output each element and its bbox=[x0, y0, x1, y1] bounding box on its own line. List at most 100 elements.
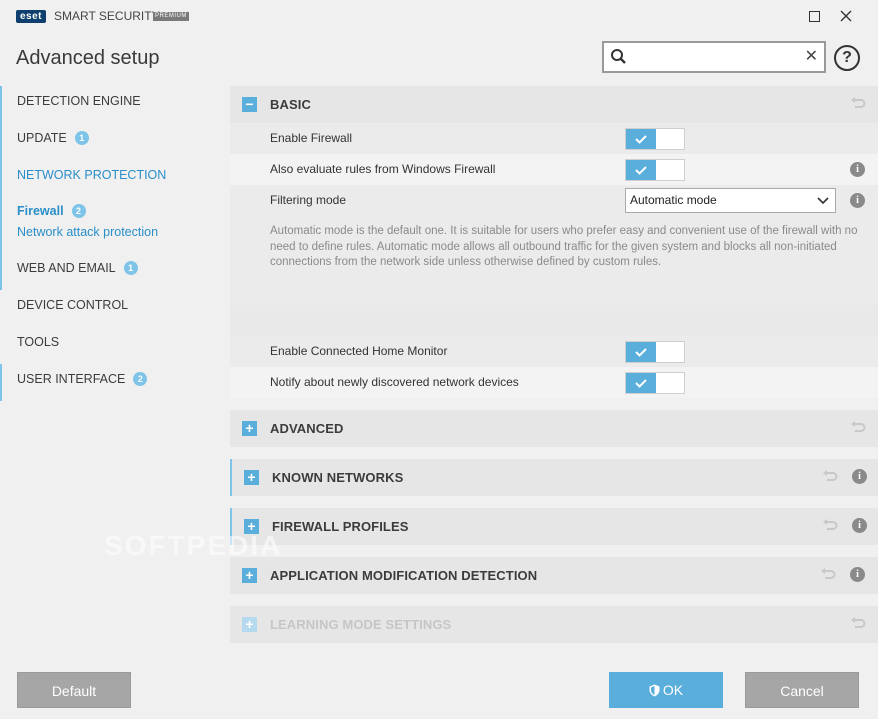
section-header[interactable]: + LEARNING MODE SETTINGS bbox=[230, 606, 878, 643]
filtering-mode-select[interactable]: Automatic mode bbox=[625, 188, 836, 213]
collapse-icon[interactable]: − bbox=[242, 97, 257, 112]
check-icon bbox=[635, 135, 647, 144]
revert-icon[interactable] bbox=[822, 470, 838, 484]
info-icon[interactable]: i bbox=[852, 518, 867, 533]
info-icon[interactable]: i bbox=[852, 469, 867, 484]
maximize-icon bbox=[808, 10, 820, 22]
connected-home-monitor-toggle[interactable] bbox=[625, 341, 685, 363]
section-learning-mode-settings: + LEARNING MODE SETTINGS bbox=[230, 606, 878, 643]
section-title: APPLICATION MODIFICATION DETECTION bbox=[270, 568, 538, 583]
section-header[interactable]: + KNOWN NETWORKS i bbox=[232, 459, 878, 496]
section-title: LEARNING MODE SETTINGS bbox=[270, 617, 452, 632]
notification-badge: 2 bbox=[71, 204, 86, 218]
close-button[interactable] bbox=[834, 4, 858, 28]
notification-badge: 2 bbox=[133, 372, 148, 386]
revert-icon[interactable] bbox=[850, 421, 866, 435]
clear-search-icon[interactable]: ✕ bbox=[805, 46, 818, 66]
sidebar-subitem-network-attack-protection[interactable]: Network attack protection bbox=[17, 222, 218, 243]
search-icon bbox=[611, 49, 626, 64]
expand-icon[interactable]: + bbox=[244, 470, 259, 485]
revert-icon[interactable] bbox=[850, 97, 866, 111]
sidebar-item-tools[interactable]: TOOLS bbox=[0, 327, 218, 364]
section-basic: − BASIC Enable Firewall Also evaluate ru… bbox=[230, 86, 878, 398]
help-button[interactable]: ? bbox=[834, 45, 860, 71]
edition-badge: PREMIUM bbox=[153, 12, 189, 21]
section-header[interactable]: + ADVANCED bbox=[230, 410, 878, 447]
sidebar-subitem-firewall[interactable]: Firewall 2 bbox=[17, 201, 218, 222]
eset-logo: eset bbox=[16, 10, 47, 23]
sidebar-item-detection-engine[interactable]: DETECTION ENGINE bbox=[0, 86, 218, 123]
sidebar-item-user-interface[interactable]: USER INTERFACE 2 bbox=[0, 364, 218, 401]
info-icon[interactable]: i bbox=[850, 567, 865, 582]
sidebar-subitem-label: Firewall bbox=[17, 204, 64, 218]
sidebar-item-label: USER INTERFACE bbox=[17, 372, 126, 386]
sidebar-item-label: NETWORK PROTECTION bbox=[17, 168, 167, 182]
section-title: ADVANCED bbox=[270, 421, 344, 436]
revert-icon[interactable] bbox=[820, 568, 836, 582]
info-icon[interactable]: i bbox=[850, 193, 865, 208]
select-value: Automatic mode bbox=[630, 193, 717, 207]
setting-label: Enable Connected Home Monitor bbox=[270, 344, 448, 358]
product-name: SMART SECURITY bbox=[54, 9, 160, 23]
revert-icon[interactable] bbox=[822, 519, 838, 533]
sidebar-item-label: DEVICE CONTROL bbox=[17, 298, 129, 312]
search-input[interactable] bbox=[632, 47, 800, 67]
notification-badge: 1 bbox=[74, 131, 89, 145]
sidebar: DETECTION ENGINE UPDATE 1 NETWORK PROTECT… bbox=[0, 86, 218, 401]
divider bbox=[230, 305, 878, 336]
expand-icon[interactable]: + bbox=[242, 617, 257, 632]
section-title: KNOWN NETWORKS bbox=[272, 470, 404, 485]
close-icon bbox=[840, 10, 852, 22]
filtering-mode-description: Automatic mode is the default one. It is… bbox=[230, 216, 878, 305]
enable-firewall-toggle[interactable] bbox=[625, 128, 685, 150]
shield-icon bbox=[649, 684, 660, 697]
setting-row-filtering-mode: Filtering mode Automatic mode i bbox=[230, 185, 878, 216]
info-icon[interactable]: i bbox=[850, 162, 865, 177]
section-application-modification-detection: + APPLICATION MODIFICATION DETECTION i bbox=[230, 557, 878, 594]
title-bar: eset SMART SECURITY PREMIUM bbox=[0, 0, 878, 32]
setting-label: Filtering mode bbox=[270, 193, 347, 207]
sidebar-item-label: TOOLS bbox=[17, 335, 60, 349]
section-firewall-profiles: + FIREWALL PROFILES i bbox=[230, 508, 878, 545]
page-title: Advanced setup bbox=[16, 47, 160, 69]
chevron-down-icon bbox=[817, 197, 829, 205]
check-icon bbox=[635, 166, 647, 175]
settings-panel: − BASIC Enable Firewall Also evaluate ru… bbox=[230, 86, 878, 643]
sidebar-item-update[interactable]: UPDATE 1 bbox=[0, 123, 218, 160]
sidebar-item-label: WEB AND EMAIL bbox=[17, 261, 116, 275]
expand-icon[interactable]: + bbox=[242, 568, 257, 583]
section-header[interactable]: + FIREWALL PROFILES i bbox=[232, 508, 878, 545]
sidebar-item-device-control[interactable]: DEVICE CONTROL bbox=[0, 290, 218, 327]
notification-badge: 1 bbox=[123, 261, 138, 275]
sidebar-item-network-protection[interactable]: NETWORK PROTECTION bbox=[0, 160, 218, 197]
setting-label: Also evaluate rules from Windows Firewal… bbox=[270, 162, 496, 176]
network-protection-subnav: Firewall 2 Network attack protection bbox=[0, 197, 218, 253]
expand-icon[interactable]: + bbox=[244, 519, 259, 534]
setting-row-connected-home-monitor: Enable Connected Home Monitor bbox=[230, 336, 878, 367]
cancel-button[interactable]: Cancel bbox=[745, 672, 859, 708]
notify-devices-toggle[interactable] bbox=[625, 372, 685, 394]
ok-button-label: OK bbox=[662, 682, 684, 698]
default-button[interactable]: Default bbox=[17, 672, 131, 708]
sidebar-item-label: DETECTION ENGINE bbox=[17, 94, 141, 108]
setting-label: Enable Firewall bbox=[270, 131, 353, 145]
sidebar-item-web-and-email[interactable]: WEB AND EMAIL 1 bbox=[0, 253, 218, 290]
setting-row-notify-devices: Notify about newly discovered network de… bbox=[230, 367, 878, 398]
revert-icon[interactable] bbox=[850, 617, 866, 631]
windows-firewall-rules-toggle[interactable] bbox=[625, 159, 685, 181]
check-icon bbox=[635, 379, 647, 388]
section-advanced: + ADVANCED bbox=[230, 410, 878, 447]
check-icon bbox=[635, 348, 647, 357]
section-title: FIREWALL PROFILES bbox=[272, 519, 409, 534]
expand-icon[interactable]: + bbox=[242, 421, 257, 436]
section-known-networks: + KNOWN NETWORKS i bbox=[230, 459, 878, 496]
sidebar-item-label: UPDATE bbox=[17, 131, 67, 145]
section-header[interactable]: − BASIC bbox=[230, 86, 878, 123]
setting-row-windows-firewall-rules: Also evaluate rules from Windows Firewal… bbox=[230, 154, 878, 185]
setting-row-enable-firewall: Enable Firewall bbox=[230, 123, 878, 154]
maximize-button[interactable] bbox=[802, 4, 826, 28]
ok-button[interactable]: OK bbox=[609, 672, 723, 708]
search-box[interactable]: ✕ bbox=[602, 41, 826, 73]
section-header[interactable]: + APPLICATION MODIFICATION DETECTION i bbox=[230, 557, 878, 594]
setting-label: Notify about newly discovered network de… bbox=[270, 375, 519, 389]
